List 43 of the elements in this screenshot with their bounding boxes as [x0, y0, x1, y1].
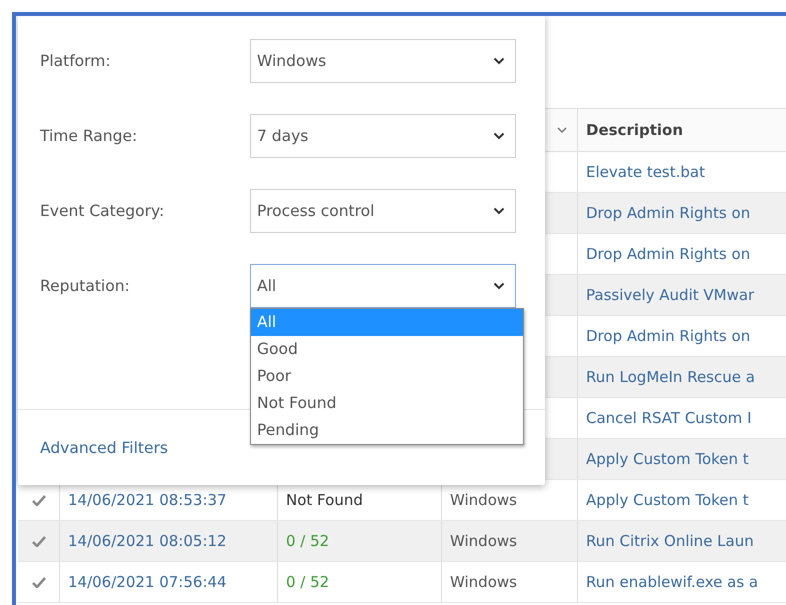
advanced-filters-link[interactable]: Advanced Filters: [40, 438, 168, 456]
description-link[interactable]: Elevate test.bat: [586, 163, 705, 181]
filter-label: Reputation:: [40, 276, 131, 294]
chevron-down-icon: [493, 132, 505, 140]
description-link[interactable]: Run Citrix Online Laun: [586, 532, 754, 550]
dropdown-option[interactable]: Not Found: [251, 390, 523, 416]
reputation-value: 0 / 52: [286, 573, 330, 591]
description-link[interactable]: Drop Admin Rights on: [586, 327, 750, 345]
description-link[interactable]: Apply Custom Token t: [586, 491, 749, 509]
filter-label: Time Range:: [40, 126, 138, 144]
date-link[interactable]: 14/06/2021 07:56:44: [68, 573, 227, 591]
platform-cell: Windows: [450, 573, 517, 591]
description-link[interactable]: Cancel RSAT Custom I: [586, 409, 752, 427]
description-link[interactable]: Run enablewif.exe as a: [586, 573, 758, 591]
sort-caret-icon[interactable]: [557, 126, 567, 134]
check-icon: [32, 576, 46, 588]
description-link[interactable]: Apply Custom Token t: [586, 450, 749, 468]
check-icon: [32, 494, 46, 506]
chevron-down-icon: [493, 282, 505, 290]
dropdown-option[interactable]: Poor: [251, 362, 523, 390]
check-icon: [32, 536, 46, 546]
dropdown-option[interactable]: Good: [251, 336, 523, 362]
dropdown-field[interactable]: All: [250, 264, 516, 308]
dropdown-field[interactable]: Windows: [250, 38, 516, 82]
filter-label: Platform:: [40, 52, 112, 70]
platform-cell: Windows: [450, 491, 517, 509]
dropdown-field[interactable]: Process control: [250, 188, 516, 232]
column-header[interactable]: Description: [586, 121, 684, 139]
reputation-value: 0 / 52: [286, 532, 330, 550]
description-link[interactable]: Passively Audit VMwar: [586, 286, 754, 304]
description-link[interactable]: Drop Admin Rights on: [586, 245, 750, 263]
date-link[interactable]: 14/06/2021 08:53:37: [68, 491, 227, 509]
dropdown-option[interactable]: All: [251, 308, 523, 336]
platform-cell: Windows: [450, 532, 517, 550]
description-link[interactable]: Drop Admin Rights on: [586, 204, 750, 222]
filter-label: Event Category:: [40, 202, 166, 220]
chevron-down-icon: [493, 56, 505, 64]
chevron-down-icon: [493, 206, 505, 214]
dropdown-field[interactable]: 7 days: [250, 114, 516, 158]
reputation-value: Not Found: [286, 491, 363, 509]
date-link[interactable]: 14/06/2021 08:05:12: [68, 532, 227, 550]
description-link[interactable]: Run LogMeIn Rescue a: [586, 368, 755, 386]
dropdown-option[interactable]: Pending: [251, 416, 523, 444]
